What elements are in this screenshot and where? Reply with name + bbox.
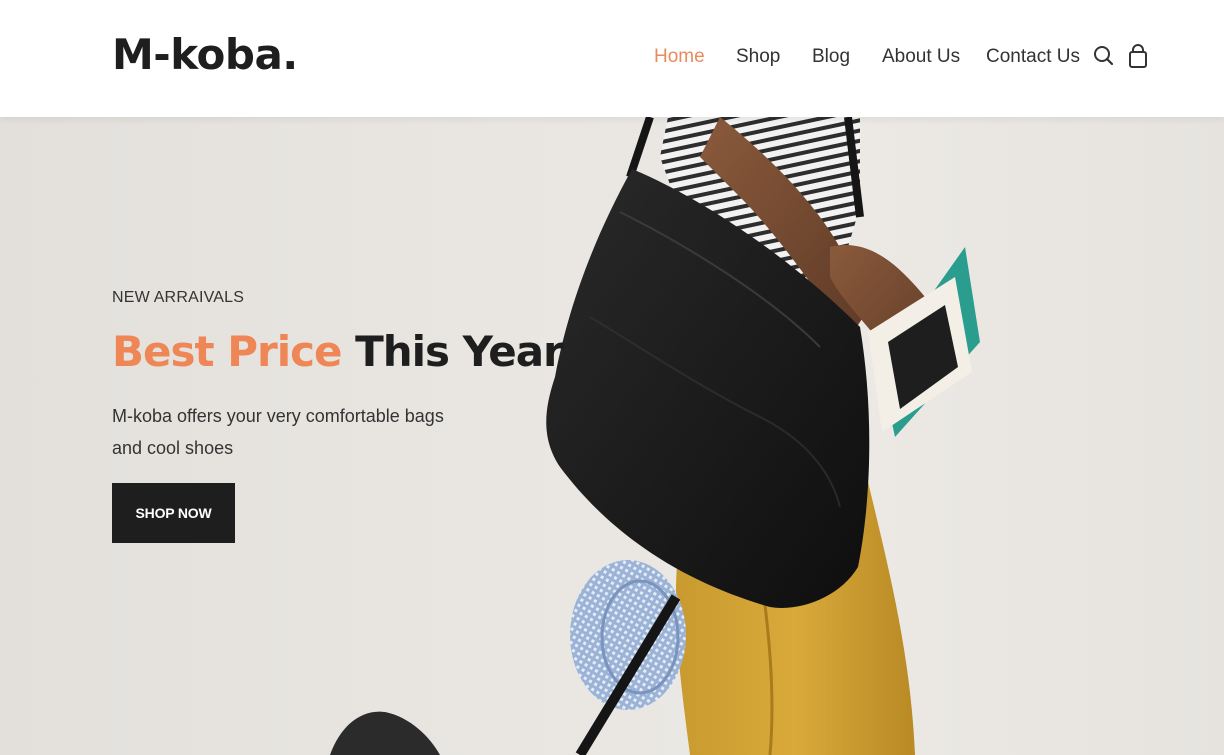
nav-item-shop[interactable]: Shop	[736, 46, 780, 68]
nav-item-blog[interactable]: Blog	[812, 46, 850, 68]
hero-description: M-koba offers your very comfortable bags…	[112, 406, 444, 458]
headline-accent: Best Price	[112, 327, 342, 376]
hero-headline: Best Price This Year	[112, 327, 564, 376]
headline-rest: This Year	[355, 327, 564, 376]
nav-item-home[interactable]: Home	[654, 46, 705, 68]
site-header: M-koba. Home Shop Blog About Us Contact …	[0, 0, 1224, 117]
nav-item-about-us[interactable]: About Us	[882, 46, 960, 68]
brand-logo[interactable]: M-koba.	[112, 30, 298, 79]
nav-item-contact-us[interactable]: Contact Us	[986, 46, 1080, 68]
shop-now-button[interactable]: SHOP NOW	[112, 483, 235, 543]
shopping-bag-icon[interactable]	[1127, 43, 1149, 69]
hero-eyebrow: NEW ARRAIVALS	[112, 289, 245, 306]
hero-banner: NEW ARRAIVALS Best Price This Year M-kob…	[0, 117, 1224, 755]
search-icon[interactable]	[1093, 43, 1115, 69]
